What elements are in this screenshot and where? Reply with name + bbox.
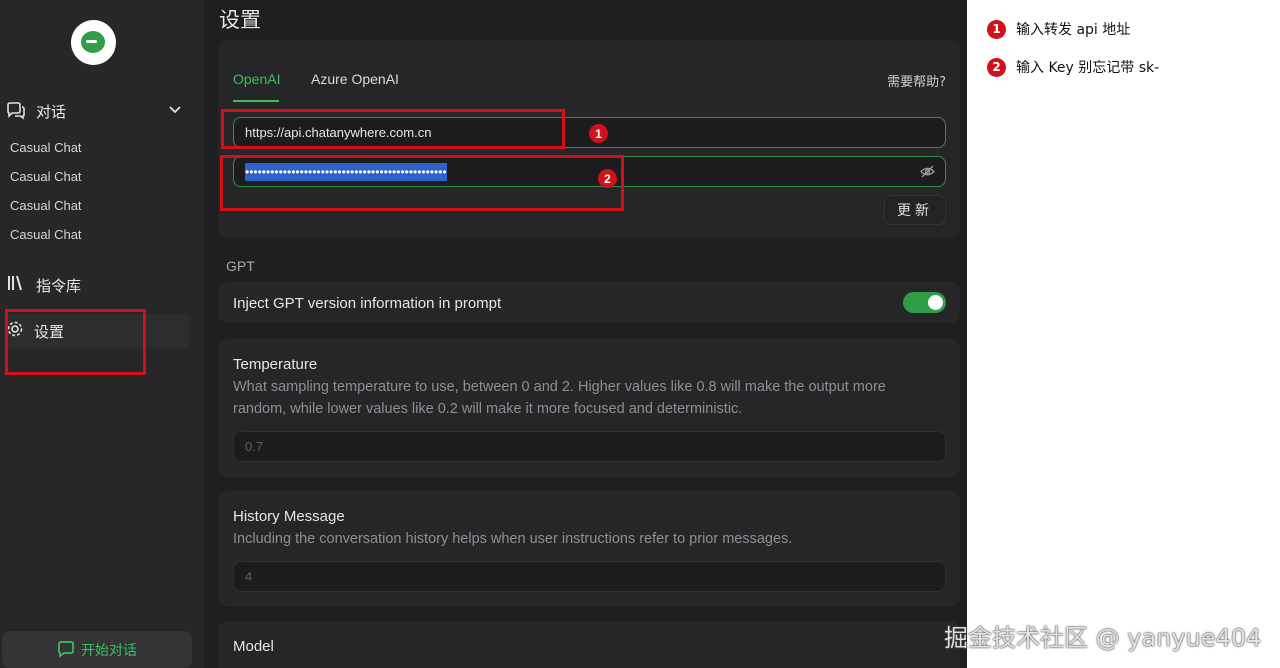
help-link[interactable]: 需要帮助? <box>887 71 946 90</box>
temperature-input[interactable]: 0.7 <box>233 431 946 462</box>
chat-list-item[interactable]: Casual Chat <box>10 169 82 184</box>
active-tab-indicator <box>233 100 279 102</box>
nav-chat[interactable]: 对话 <box>6 96 190 126</box>
history-input[interactable]: 4 <box>233 561 946 592</box>
library-icon <box>6 274 26 297</box>
temperature-value: 0.7 <box>245 439 264 454</box>
tab-openai[interactable]: OpenAI <box>233 71 280 87</box>
history-title: History Message <box>233 508 345 525</box>
nav-settings-label: 设置 <box>34 322 65 341</box>
chat-list-item[interactable]: Casual Chat <box>10 227 82 242</box>
section-gpt-label: GPT <box>226 258 255 274</box>
note-2-text: 输入 Key 别忘记带 sk- <box>1016 60 1160 76</box>
note-1-text: 输入转发 api 地址 <box>1016 22 1131 38</box>
note-1: 1 输入转发 api 地址 <box>987 19 1130 39</box>
nav-chat-label: 对话 <box>36 102 67 121</box>
nav-library-label: 指令库 <box>36 276 82 295</box>
temperature-card: Temperature What sampling temperature to… <box>218 339 960 477</box>
start-chat-button[interactable]: 开始对话 <box>2 631 192 668</box>
eye-slash-icon[interactable] <box>920 165 935 181</box>
tab-azure-openai[interactable]: Azure OpenAI <box>311 71 399 87</box>
model-card: Model <box>218 621 960 668</box>
history-value: 4 <box>245 569 253 584</box>
chat-list-item[interactable]: Casual Chat <box>10 140 82 155</box>
nav-prompt-library[interactable]: 指令库 <box>6 270 190 300</box>
inject-gpt-card: Inject GPT version information in prompt <box>218 281 960 323</box>
start-chat-label: 开始对话 <box>81 642 137 659</box>
sidebar: 对话 Casual Chat Casual Chat Casual Chat C… <box>0 0 204 668</box>
note-badge-2: 2 <box>987 57 1006 77</box>
history-description: Including the conversation history helps… <box>233 531 793 547</box>
settings-panel: 设置 OpenAI Azure OpenAI 需要帮助? https://api… <box>204 0 967 668</box>
note-badge-1: 1 <box>987 19 1006 39</box>
nav-settings[interactable]: 设置 <box>6 314 190 348</box>
gear-icon <box>6 320 24 343</box>
annotation-badge-1: 1 <box>589 124 608 143</box>
new-chat-icon <box>58 641 74 658</box>
chat-list-item[interactable]: Casual Chat <box>10 198 82 213</box>
history-card: History Message Including the conversati… <box>218 491 960 607</box>
note-2: 2 输入 Key 别忘记带 sk- <box>987 57 1159 77</box>
page-title: 设置 <box>219 8 261 32</box>
inject-gpt-toggle[interactable] <box>903 292 946 313</box>
model-title: Model <box>233 638 274 655</box>
api-config-card: OpenAI Azure OpenAI 需要帮助? https://api.ch… <box>218 40 960 238</box>
update-button[interactable]: 更新 <box>884 195 946 225</box>
inject-gpt-label: Inject GPT version information in prompt <box>233 295 502 312</box>
api-url-value: https://api.chatanywhere.com.cn <box>245 125 432 140</box>
api-key-masked-value: ••••••••••••••••••••••••••••••••••••••••… <box>245 162 447 181</box>
chat-bubbles-icon <box>6 101 26 121</box>
temperature-description: What sampling temperature to use, betwee… <box>233 379 886 417</box>
temperature-title: Temperature <box>233 356 318 373</box>
chevron-down-icon[interactable] <box>168 102 182 121</box>
watermark: 掘金技术社区 @ yanyue404 <box>944 624 1262 652</box>
annotation-badge-2: 2 <box>598 169 617 188</box>
api-key-input[interactable]: ••••••••••••••••••••••••••••••••••••••••… <box>233 156 946 187</box>
app-logo <box>71 20 116 65</box>
